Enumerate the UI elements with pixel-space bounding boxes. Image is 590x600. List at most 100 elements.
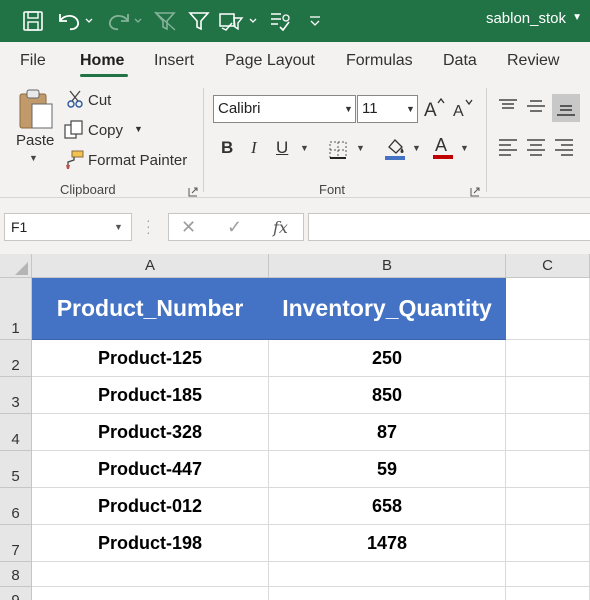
underline-button[interactable]: U xyxy=(276,138,288,158)
product-cell[interactable]: Product-328 xyxy=(32,414,269,451)
cell[interactable] xyxy=(506,278,590,340)
product-cell[interactable]: Product-125 xyxy=(32,340,269,377)
font-group-label: Font xyxy=(319,182,346,197)
row-header[interactable]: 9 xyxy=(0,587,32,600)
filter-icon[interactable] xyxy=(186,6,212,36)
tab-file[interactable]: File xyxy=(20,52,46,70)
row-header[interactable]: 5 xyxy=(0,451,32,488)
align-left-icon[interactable] xyxy=(498,138,518,161)
chevron-down-icon[interactable]: ▼ xyxy=(406,104,415,114)
increase-font-size-icon[interactable]: A xyxy=(423,97,445,124)
font-name-input[interactable]: Calibri ▼ xyxy=(213,95,356,123)
middle-align-icon[interactable] xyxy=(526,98,546,119)
row-header[interactable]: 6 xyxy=(0,488,32,525)
cut-button[interactable]: Cut xyxy=(88,92,111,109)
more-options-icon[interactable]: · · · xyxy=(146,213,151,239)
quantity-cell[interactable]: 250 xyxy=(269,340,506,377)
tab-home[interactable]: Home xyxy=(80,52,124,70)
dialog-launcher-icon[interactable] xyxy=(188,184,198,197)
undo-icon[interactable] xyxy=(54,6,94,36)
chevron-down-icon[interactable]: ▼ xyxy=(572,12,582,23)
product-cell[interactable]: Product-447 xyxy=(32,451,269,488)
clear-filter-icon[interactable] xyxy=(152,6,178,36)
cell[interactable] xyxy=(32,562,269,587)
format-painter-icon xyxy=(64,150,84,175)
chevron-down-icon[interactable]: ▼ xyxy=(412,143,421,153)
enter-icon[interactable]: ✓ xyxy=(227,217,242,238)
header-cell-product-number[interactable]: Product_Number xyxy=(32,278,269,340)
quantity-cell[interactable]: 59 xyxy=(269,451,506,488)
select-all-button[interactable] xyxy=(0,254,32,278)
italic-button[interactable]: I xyxy=(251,138,257,158)
chevron-down-icon[interactable]: ▼ xyxy=(300,143,309,153)
paste-button[interactable]: Paste xyxy=(16,132,54,149)
column-header-c[interactable]: C xyxy=(506,254,590,278)
column-header-b[interactable]: B xyxy=(269,254,506,278)
formula-input[interactable] xyxy=(308,213,590,241)
name-box-value: F1 xyxy=(11,219,28,235)
quantity-cell[interactable]: 850 xyxy=(269,377,506,414)
align-center-icon[interactable] xyxy=(526,138,546,161)
bold-button[interactable]: B xyxy=(221,138,233,158)
chevron-down-icon[interactable]: ▼ xyxy=(114,222,123,232)
cell[interactable] xyxy=(506,340,590,377)
chevron-down-icon[interactable]: ▼ xyxy=(29,153,38,163)
cell[interactable] xyxy=(269,562,506,587)
row-header[interactable]: 7 xyxy=(0,525,32,562)
group-separator xyxy=(203,88,204,192)
cell[interactable] xyxy=(506,562,590,587)
format-painter-button[interactable]: Format Painter xyxy=(88,152,187,169)
row-header[interactable]: 2 xyxy=(0,340,32,377)
chevron-down-icon[interactable]: ▼ xyxy=(344,104,353,114)
cell[interactable] xyxy=(269,587,506,600)
align-right-icon[interactable] xyxy=(554,138,574,161)
svg-text:A: A xyxy=(435,135,447,155)
chevron-down-icon[interactable]: ▼ xyxy=(460,143,469,153)
product-cell[interactable]: Product-185 xyxy=(32,377,269,414)
row-header[interactable]: 3 xyxy=(0,377,32,414)
tab-review[interactable]: Review xyxy=(507,52,559,70)
quantity-cell[interactable]: 87 xyxy=(269,414,506,451)
row-header[interactable]: 4 xyxy=(0,414,32,451)
font-name-value: Calibri xyxy=(218,100,261,117)
paste-icon[interactable] xyxy=(16,88,56,137)
quantity-cell[interactable]: 658 xyxy=(269,488,506,525)
decrease-font-size-icon[interactable]: A xyxy=(452,97,474,124)
row-header[interactable]: 8 xyxy=(0,562,32,587)
save-icon[interactable] xyxy=(18,6,48,36)
product-cell[interactable]: Product-198 xyxy=(32,525,269,562)
borders-icon[interactable] xyxy=(328,140,348,165)
tab-formulas[interactable]: Formulas xyxy=(346,52,413,70)
cell[interactable] xyxy=(506,587,590,600)
cell[interactable] xyxy=(32,587,269,600)
customize-icon[interactable] xyxy=(306,6,324,36)
tab-data[interactable]: Data xyxy=(443,52,477,70)
column-header-a[interactable]: A xyxy=(32,254,269,278)
redo-icon[interactable] xyxy=(104,6,144,36)
chevron-down-icon[interactable]: ▼ xyxy=(134,124,143,134)
insert-function-button[interactable]: fx xyxy=(273,218,288,237)
chevron-down-icon[interactable]: ▼ xyxy=(356,143,365,153)
sort-icon[interactable] xyxy=(266,6,294,36)
fill-color-icon[interactable] xyxy=(384,136,408,165)
font-color-icon[interactable]: A xyxy=(432,134,454,165)
row-header[interactable]: 1 xyxy=(0,278,32,340)
cell[interactable] xyxy=(506,451,590,488)
quantity-cell[interactable]: 1478 xyxy=(269,525,506,562)
dialog-launcher-icon[interactable] xyxy=(470,184,480,197)
bottom-align-icon[interactable] xyxy=(552,94,580,122)
header-cell-inventory-quantity[interactable]: Inventory_Quantity xyxy=(269,278,506,340)
cell[interactable] xyxy=(506,488,590,525)
tab-insert[interactable]: Insert xyxy=(154,52,194,70)
font-size-input[interactable]: 11 ▼ xyxy=(357,95,418,123)
cell[interactable] xyxy=(506,414,590,451)
cell[interactable] xyxy=(506,525,590,562)
copy-button[interactable]: Copy xyxy=(88,122,123,139)
data-validation-icon[interactable] xyxy=(218,6,260,36)
name-box[interactable]: F1 xyxy=(4,213,132,241)
cancel-icon[interactable]: ✕ xyxy=(181,217,196,238)
top-align-icon[interactable] xyxy=(498,98,518,119)
cell[interactable] xyxy=(506,377,590,414)
product-cell[interactable]: Product-012 xyxy=(32,488,269,525)
tab-page-layout[interactable]: Page Layout xyxy=(225,52,315,70)
